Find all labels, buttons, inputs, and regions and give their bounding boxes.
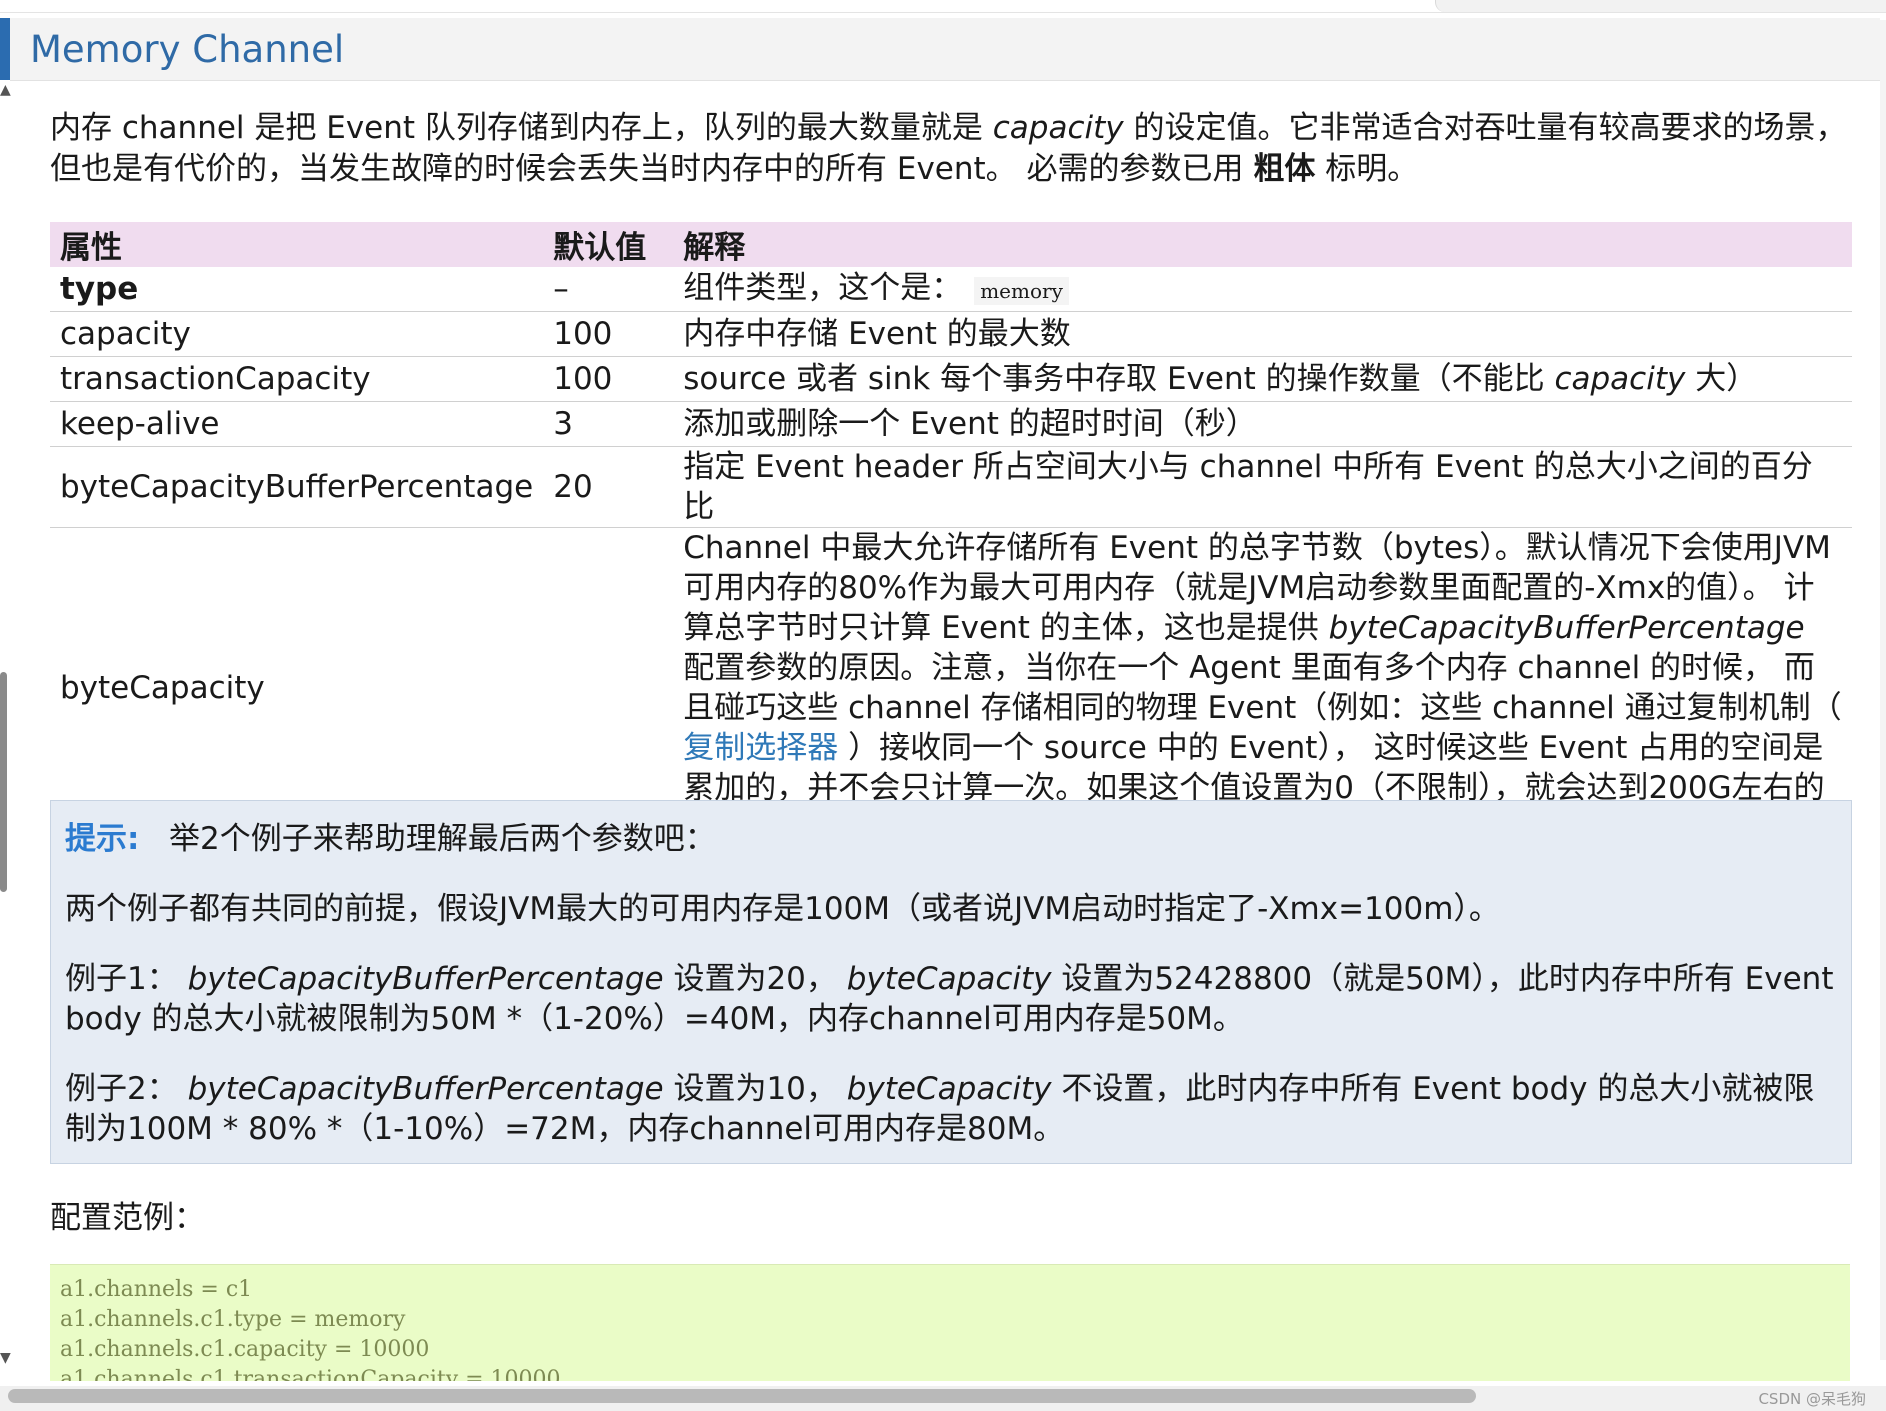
tip-text: 设置为10，	[663, 1071, 847, 1107]
intro-text: 标明。	[1315, 151, 1419, 187]
property-name: capacity	[50, 311, 544, 357]
tip-text: 设置为20，	[663, 961, 847, 997]
property-description: source 或者 sink 每个事务中存取 Event 的操作数量（不能比 c…	[673, 356, 1852, 402]
example-heading: 配置范例：	[50, 1200, 205, 1236]
tip-premise: 两个例子都有共同的前提，假设JVM最大的可用内存是100M（或者说JVM启动时指…	[65, 891, 1500, 927]
intro-paragraph: 内存 channel 是把 Event 队列存储到内存上，队列的最大数量就是 c…	[50, 108, 1860, 190]
table-row: type – 组件类型，这个是： memory	[50, 267, 1852, 312]
tip-box: 提示: 举2个例子来帮助理解最后两个参数吧： 两个例子都有共同的前提，假设JVM…	[50, 800, 1852, 1164]
inline-code: memory	[974, 276, 1069, 305]
tip-lead-text: 举2个例子来帮助理解最后两个参数吧：	[168, 821, 716, 857]
property-default: –	[543, 267, 674, 312]
column-header-default: 默认值	[543, 222, 674, 267]
table-row: keep-alive 3 添加或删除一个 Event 的超时时间（秒）	[50, 401, 1852, 447]
tip-term: byteCapacity	[846, 961, 1052, 997]
code-line: a1.channels = c1	[60, 1277, 253, 1302]
property-description: 指定 Event header 所占空间大小与 channel 中所有 Even…	[673, 446, 1852, 528]
tip-text: 例子2：	[65, 1071, 188, 1107]
intro-capacity-term: capacity	[992, 110, 1124, 146]
table-row: transactionCapacity 100 source 或者 sink 每…	[50, 356, 1852, 402]
tip-example-1: 例子1： byteCapacityBufferPercentage 设置为20，…	[65, 959, 1835, 1039]
table-row: capacity 100 内存中存储 Event 的最大数	[50, 311, 1852, 357]
intro-text: 内存 channel 是把 Event 队列存储到内存上，队列的最大数量就是	[50, 110, 993, 146]
property-name: byteCapacityBufferPercentage	[50, 446, 544, 528]
tip-label: 提示:	[65, 821, 140, 857]
tip-text: 例子1：	[65, 961, 188, 997]
browser-top-strip	[0, 0, 1886, 13]
section-header: Memory Channel	[10, 18, 1880, 81]
tip-term: byteCapacityBufferPercentage	[187, 961, 664, 997]
intro-bold-word: 粗体	[1253, 151, 1316, 187]
column-header-property: 属性	[50, 222, 544, 267]
property-default: 100	[543, 311, 674, 357]
description-text: 组件类型，这个是：	[683, 269, 963, 306]
tip-term: byteCapacity	[846, 1071, 1052, 1107]
property-default: 100	[543, 356, 674, 402]
property-name: keep-alive	[50, 401, 544, 447]
property-description: 组件类型，这个是： memory	[673, 267, 1852, 312]
property-default: 3	[543, 401, 674, 447]
horizontal-scrollbar-thumb[interactable]	[8, 1389, 1476, 1403]
property-name: type	[50, 267, 544, 312]
table-header-row: 属性 默认值 解释	[50, 222, 1852, 267]
description-term: byteCapacityBufferPercentage	[1328, 610, 1805, 646]
tip-term: byteCapacityBufferPercentage	[187, 1071, 664, 1107]
vertical-scrollbar-track[interactable]	[1880, 20, 1886, 1360]
table-row: byteCapacityBufferPercentage 20 指定 Event…	[50, 446, 1852, 528]
description-text: 大）	[1685, 361, 1758, 397]
sidebar-arrow-down-icon[interactable]: ▼	[0, 1350, 11, 1366]
replicating-selector-link[interactable]: 复制选择器	[683, 730, 838, 766]
column-header-description: 解释	[673, 222, 1852, 267]
sidebar-arrow-up-icon[interactable]: ▲	[0, 82, 11, 98]
description-text: 配置参数的原因。注意，当你在一个 Agent 里面有多个内存 channel 的…	[683, 650, 1842, 726]
property-description: 添加或删除一个 Event 的超时时间（秒）	[673, 401, 1852, 447]
property-name: transactionCapacity	[50, 356, 544, 402]
tip-lead: 提示: 举2个例子来帮助理解最后两个参数吧：	[65, 819, 1835, 859]
section-accent-bar	[0, 18, 10, 80]
property-default: 20	[543, 446, 674, 528]
browser-tab-edge	[1435, 0, 1886, 12]
description-term: capacity	[1554, 361, 1686, 397]
code-line: a1.channels.c1.transactionCapacity = 100…	[60, 1367, 561, 1381]
page-title: Memory Channel	[30, 28, 345, 71]
code-line: a1.channels.c1.capacity = 10000	[60, 1337, 430, 1362]
code-line: a1.channels.c1.type = memory	[60, 1307, 406, 1332]
description-text: source 或者 sink 每个事务中存取 Event 的操作数量（不能比	[683, 361, 1555, 397]
properties-table: 属性 默认值 解释 type – 组件类型，这个是： memory capacit…	[50, 222, 1852, 849]
sidebar-scroll-thumb[interactable]	[0, 672, 7, 892]
code-block: a1.channels = c1 a1.channels.c1.type = m…	[50, 1264, 1850, 1381]
property-description: 内存中存储 Event 的最大数	[673, 311, 1852, 357]
csdn-watermark: CSDN @呆毛狗	[1758, 1390, 1866, 1408]
tip-example-2: 例子2： byteCapacityBufferPercentage 设置为10，…	[65, 1069, 1835, 1149]
